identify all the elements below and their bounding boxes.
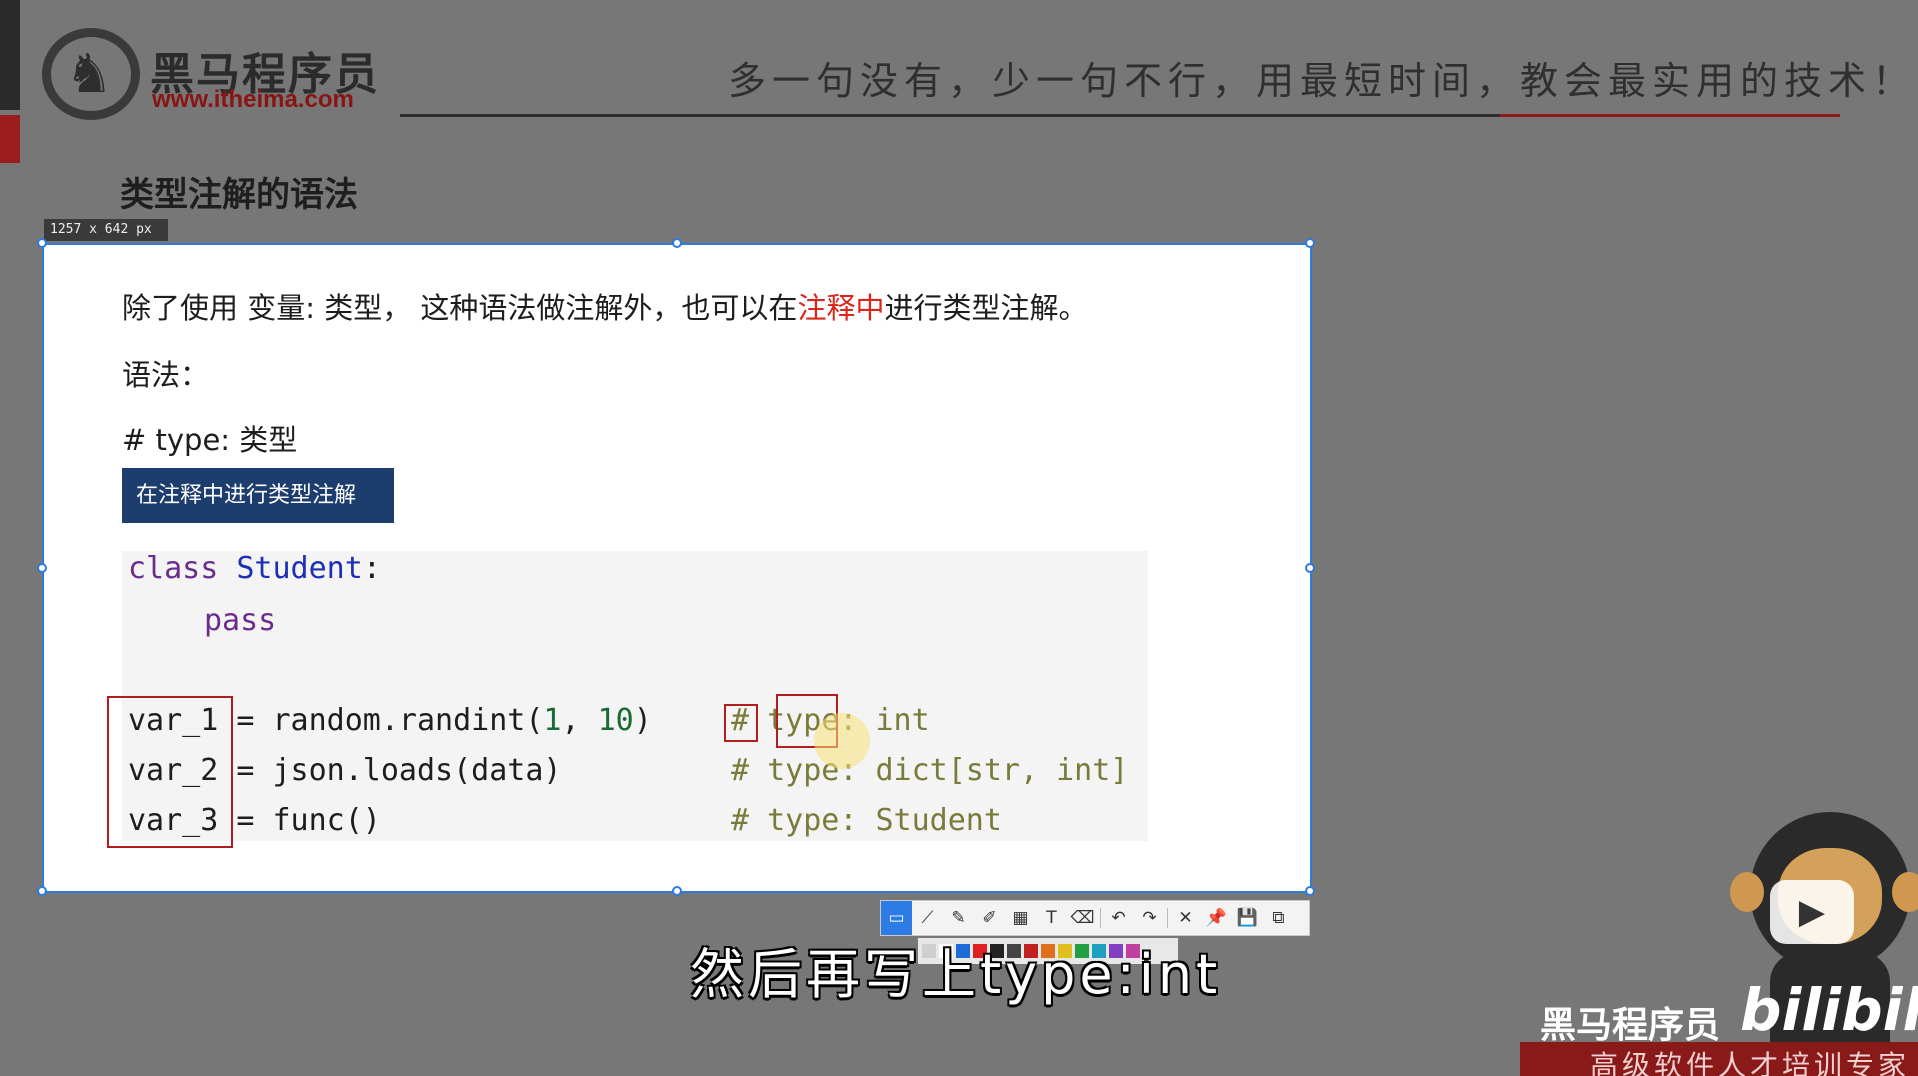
code-block	[122, 551, 1148, 841]
code-line-pass: pass	[204, 603, 276, 638]
resize-handle-bottom[interactable]	[672, 886, 682, 896]
slogan: 多一句没有，少一句不行，用最短时间，教会最实用的技术！	[728, 59, 1917, 103]
resize-handle-right[interactable]	[1305, 563, 1315, 573]
code-comment-var2: # type: dict[str, int]	[731, 753, 1129, 788]
screenshot-selection[interactable]: 除了使用 变量: 类型， 这种语法做注解外，也可以在注释中进行类型注解。 语法：…	[37, 238, 1315, 896]
header-divider-accent	[1500, 114, 1840, 117]
code-class-colon: :	[362, 551, 381, 586]
brand-url: www.itheima.com	[152, 86, 354, 113]
watermark-tagline: 高级软件人才培训专家	[1590, 1049, 1911, 1076]
intro-highlight: 注释中	[797, 291, 885, 325]
slide-title: 类型注解的语法	[120, 175, 358, 215]
horse-logo-icon: ♞	[42, 28, 140, 120]
copy-icon[interactable]: ⧉	[1263, 901, 1294, 935]
code-keyword-pass: pass	[204, 603, 277, 638]
left-edge-red-bar	[0, 115, 20, 163]
left-edge-dark-bar	[0, 0, 20, 110]
watermark-brand: 黑马程序员	[1540, 1005, 1721, 1046]
annotation-box-hash[interactable]	[724, 704, 758, 742]
selection-size-badge: 1257 x 642 px	[44, 219, 168, 241]
intro-text-start: 除了使用 变量: 类型， 这种语法做注解外，也可以在	[122, 291, 798, 325]
code-expr: = func()	[218, 803, 381, 838]
resize-handle-top[interactable]	[672, 238, 682, 248]
resize-handle-bottom-right[interactable]	[1305, 886, 1315, 896]
annotation-box-vars[interactable]	[107, 696, 233, 848]
code-comment-var3: # type: Student	[731, 803, 1002, 838]
code-number: 10	[597, 703, 634, 738]
code-expr: ,	[561, 703, 598, 738]
bilibili-logo: bilibili	[1740, 976, 1918, 1044]
code-class-name: Student	[236, 551, 363, 586]
syntax-label: 语法：	[122, 358, 210, 392]
section-banner: 在注释中进行类型注解	[122, 468, 394, 523]
intro-text: 除了使用 变量: 类型， 这种语法做注解外，也可以在注释中进行类型注解。	[122, 285, 1087, 327]
resize-handle-top-right[interactable]	[1305, 238, 1315, 248]
cursor-highlight	[814, 713, 870, 769]
resize-handle-bottom-left[interactable]	[37, 886, 47, 896]
code-expr: )	[633, 703, 652, 738]
code-line-class: class Student:	[128, 551, 381, 586]
toolbar-separator	[1167, 908, 1168, 928]
resize-handle-top-left[interactable]	[37, 238, 47, 248]
code-keyword-class: class	[128, 551, 219, 586]
play-icon[interactable]: ▶	[1770, 880, 1854, 944]
syntax-line: # type: 类型	[122, 423, 298, 457]
toolbar-separator	[1100, 908, 1101, 928]
code-number: 1	[543, 703, 562, 738]
video-subtitle: 然后再写上type:int	[690, 943, 1222, 1006]
save-icon[interactable]: 💾	[1232, 901, 1263, 935]
intro-text-end: 进行类型注解。	[884, 291, 1088, 325]
resize-handle-left[interactable]	[37, 563, 47, 573]
code-expr: = json.loads(data)	[218, 753, 562, 788]
code-expr: = random.randint(	[218, 703, 544, 738]
